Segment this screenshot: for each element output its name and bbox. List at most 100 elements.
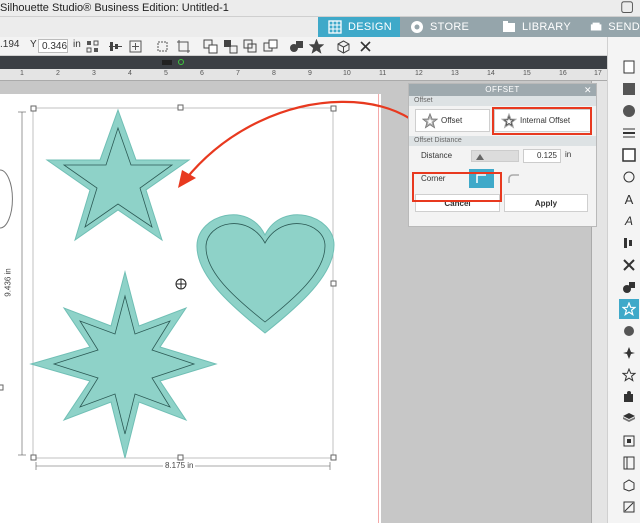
horizontal-ruler: 1 2 3 4 5 6 7 8 9 10 11 12 13 14 15 16 1… [0,69,607,81]
line-style-icon[interactable] [619,123,639,143]
ruler-number: 11 [379,70,387,77]
ruler-number: 2 [56,70,60,77]
tab-library-label: LIBRARY [522,21,571,33]
right-tool-panel: A A [607,37,640,523]
nest-icon[interactable] [619,431,639,451]
offset-section-label: Offset [409,96,596,106]
crop-icon[interactable] [176,39,191,54]
ruler-number: 9 [308,70,312,77]
distance-slider[interactable] [471,150,519,162]
pen-icon[interactable] [619,497,639,517]
offset-panel-icon[interactable] [619,299,639,319]
grid-icon [328,20,342,34]
cut-border-line [378,94,379,523]
center-icon[interactable] [128,39,143,54]
offset-panel: OFFSET ✕ Offset Offset Internal Offset O… [408,83,597,227]
unit-label: in [73,39,81,50]
distance-section-label: Offset Distance [409,136,596,146]
text-icon[interactable]: A [619,189,639,209]
window-control[interactable]: ▢ [620,0,634,15]
document-tab-strip [0,56,607,69]
offset-panel-title: OFFSET [485,85,520,94]
modify-icon[interactable] [619,277,639,297]
round-corner-icon [508,174,519,183]
corner-round-button[interactable] [503,169,525,188]
transform-icon[interactable] [619,167,639,187]
tab-library[interactable]: LIBRARY [492,17,580,37]
pixscan-icon[interactable] [619,79,639,99]
sketch-icon[interactable] [619,343,639,363]
distance-input[interactable]: 0.125 [523,149,561,163]
window-title: Silhouette Studio® Business Edition: Unt… [0,2,229,14]
lock-aspect-icon[interactable] [85,39,100,54]
offset-panel-header: OFFSET ✕ [409,84,596,96]
ruler-number: 15 [523,70,531,77]
text-path-icon[interactable]: A [619,211,639,231]
toolbar: .194 Y 0.346 in [0,37,640,56]
send-back-icon[interactable] [263,39,278,54]
star-outline-icon[interactable] [619,365,639,385]
box-icon[interactable] [336,39,351,54]
height-dimension-label: 9.436 in [3,268,13,297]
x-position-value[interactable]: .194 [0,39,19,50]
select-icon[interactable] [155,39,170,54]
tab-design-label: DESIGN [348,21,392,33]
trace-icon[interactable] [619,321,639,341]
corner-highlight [412,172,502,202]
ruler-number: 4 [128,70,132,77]
ruler-number: 6 [200,70,204,77]
store-icon [411,21,423,33]
offset-star-icon [422,112,438,129]
align-icon[interactable] [108,39,123,54]
ruler-number: 17 [594,70,602,77]
ruler-number: 1 [20,70,24,77]
puzzle-icon[interactable] [619,387,639,407]
page-setup-icon[interactable] [619,57,639,77]
library-panel-icon[interactable] [619,453,639,473]
ruler-number: 8 [272,70,276,77]
width-dimension-label: 8.175 in [163,461,196,470]
slider-thumb[interactable] [476,154,484,160]
cutting-mat-page[interactable] [0,94,381,523]
ruler-number: 12 [415,70,423,77]
ruler-number: 7 [236,70,240,77]
offset-star-icon[interactable] [309,39,324,54]
ruler-number: 10 [343,70,351,77]
offset-button[interactable]: Offset [415,109,490,132]
apply-button[interactable]: Apply [504,194,588,212]
ruler-marker [162,60,172,65]
fill-color-icon[interactable] [619,101,639,121]
internal-offset-highlight [492,107,592,135]
tab-store-label: STORE [430,21,470,33]
tab-send[interactable]: SEND [580,17,640,37]
tab-send-label: SEND [608,21,640,33]
ruler-number: 3 [92,70,96,77]
distance-unit: in [565,150,572,159]
ruler-number: 5 [164,70,168,77]
fill-pattern-icon[interactable] [619,145,639,165]
bring-front-icon[interactable] [243,39,258,54]
title-bar: Silhouette Studio® Business Edition: Unt… [0,0,640,17]
send-icon [590,22,602,31]
tab-store[interactable]: STORE [400,17,492,37]
shape-icon[interactable] [619,475,639,495]
offset-button-label: Offset [441,116,463,125]
nav-bar: DESIGN STORE LIBRARY SEND [0,17,640,37]
close-icon[interactable]: ✕ [584,84,592,96]
distance-row: Distance 0.125 in [409,146,596,166]
replicate-icon[interactable] [619,255,639,275]
ruler-number: 13 [451,70,459,77]
y-label: Y [30,39,37,50]
y-position-input[interactable]: 0.346 [38,39,68,53]
align-panel-icon[interactable] [619,233,639,253]
weld-icon[interactable] [289,39,304,54]
ungroup-icon[interactable] [223,39,238,54]
distance-label: Distance [421,151,453,160]
group-icon[interactable] [203,39,218,54]
delete-icon[interactable] [358,39,373,54]
tab-design[interactable]: DESIGN [318,17,400,37]
ruler-number: 14 [487,70,495,77]
origin-marker [178,59,184,65]
layers-icon[interactable] [619,409,639,429]
library-icon [503,21,515,32]
